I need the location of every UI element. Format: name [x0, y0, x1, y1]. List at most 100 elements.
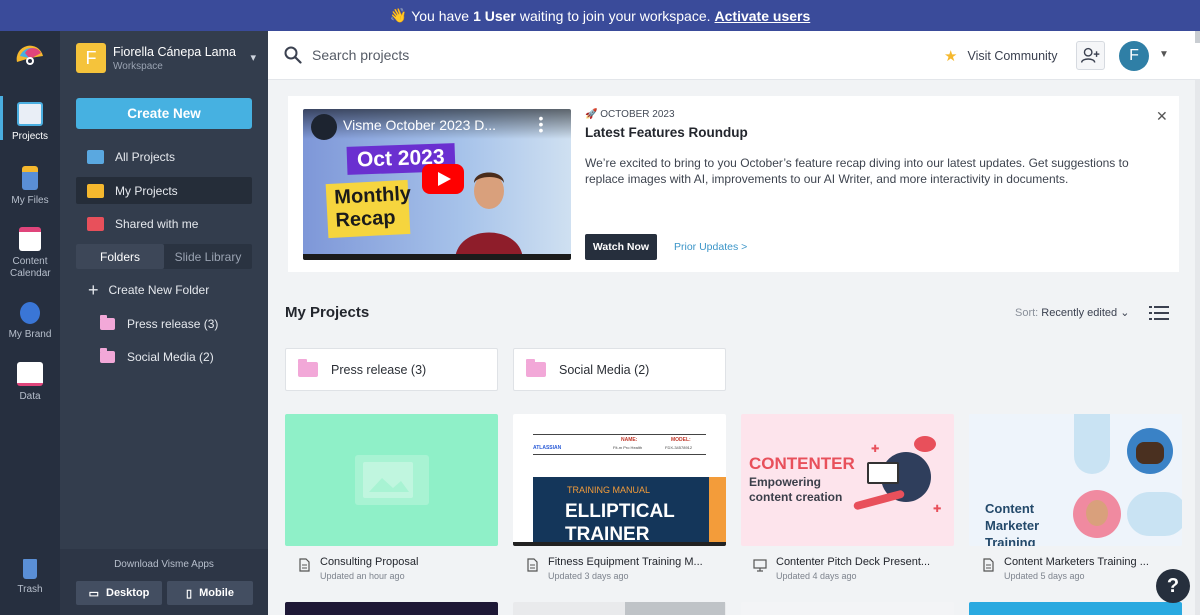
project-card[interactable]: Content Marketer Training Content Market… — [969, 414, 1182, 590]
workspace-avatar: F — [76, 43, 106, 73]
folder-label: Social Media (2) — [127, 350, 214, 364]
sidebar-item-shared-with-me[interactable]: Shared with me — [76, 210, 252, 237]
sort-label: Sort: — [1015, 307, 1039, 319]
calendar-icon — [19, 227, 41, 251]
desktop-button[interactable]: ▭ Desktop — [76, 581, 162, 605]
project-thumbnail-partial[interactable] — [741, 602, 954, 615]
create-folder-button[interactable]: + Create New Folder — [88, 280, 209, 300]
project-card[interactable]: Consulting Proposal Updated an hour ago — [285, 414, 498, 590]
thumb-headline-1: ELLIPTICAL — [565, 501, 675, 522]
project-updated: Updated 5 days ago — [1004, 571, 1085, 581]
tab-slide-library[interactable]: Slide Library — [164, 244, 252, 269]
folder-icon — [100, 315, 115, 330]
add-user-button[interactable] — [1076, 41, 1105, 70]
project-card[interactable]: NAME: MODEL: Fit-m Pro Health FDX-345789… — [513, 414, 726, 590]
thumb-headline-2: Marketer — [985, 518, 1040, 533]
visit-community-link[interactable]: ★ Visit Community — [944, 47, 1058, 65]
mobile-label: Mobile — [199, 587, 234, 599]
project-thumbnail-partial[interactable] — [969, 602, 1182, 615]
search-input[interactable] — [312, 44, 612, 66]
project-thumbnail[interactable] — [285, 414, 498, 546]
thumb-model-value: FDX-34578912 — [665, 445, 693, 450]
promo-kicker-text: OCTOBER 2023 — [600, 109, 675, 120]
chart-icon — [17, 362, 43, 386]
document-icon — [527, 558, 538, 572]
banner-count: 1 User — [473, 7, 516, 24]
activate-users-link[interactable]: Activate users — [715, 8, 811, 24]
list-view-icon[interactable] — [1149, 306, 1169, 320]
project-thumbnail[interactable]: CONTENTER Empowering content creation ✚ … — [741, 414, 954, 546]
project-title[interactable]: Content Marketers Training ... — [1004, 556, 1179, 568]
folder-card-social-media[interactable]: Social Media (2) — [513, 348, 726, 391]
help-button[interactable]: ? — [1156, 569, 1190, 603]
desktop-label: Desktop — [106, 587, 150, 599]
channel-logo-icon — [311, 114, 337, 140]
watch-now-button[interactable]: Watch Now — [585, 234, 657, 260]
thumb-headline: CONTENTER — [749, 454, 855, 473]
play-button[interactable] — [422, 164, 464, 194]
thumb-model-label: MODEL: — [671, 437, 691, 443]
sidebar-folder-press-release[interactable]: Press release (3) — [86, 314, 218, 334]
more-vertical-icon[interactable]: • • • — [536, 111, 546, 137]
visme-logo-icon[interactable] — [14, 44, 46, 70]
search-icon — [284, 46, 302, 64]
rail-my-brand-label: My Brand — [8, 329, 52, 340]
brand-icon — [20, 302, 40, 324]
sort-dropdown[interactable]: Sort: Recently edited ⌄ — [1015, 306, 1129, 319]
folder-card-name: Social Media — [559, 362, 631, 377]
rail-my-brand[interactable]: My Brand — [0, 302, 60, 341]
workspace-switcher[interactable]: F Fiorella Cánepa Lama Workspace ▾ — [76, 43, 256, 73]
sidebar-folder-social-media[interactable]: Social Media (2) — [86, 347, 214, 367]
folder-icon — [100, 348, 115, 363]
scrollbar-thumb[interactable] — [1195, 31, 1200, 43]
project-thumbnail[interactable]: Content Marketer Training — [969, 414, 1182, 546]
icon-rail: Projects My Files Content Calendar My Br… — [0, 31, 60, 615]
rail-my-files-label: My Files — [11, 195, 49, 206]
rail-trash[interactable]: Trash — [0, 559, 60, 596]
promo-video[interactable]: Visme October 2023 D... • • • Oct 2023 Mon… — [303, 109, 571, 260]
prior-updates-link[interactable]: Prior Updates > — [674, 241, 747, 253]
folder-card-press-release[interactable]: Press release (3) — [285, 348, 498, 391]
create-new-button[interactable]: Create New — [76, 98, 252, 129]
project-card[interactable]: CONTENTER Empowering content creation ✚ … — [741, 414, 954, 590]
rail-my-files[interactable]: My Files — [0, 166, 60, 207]
tab-folders[interactable]: Folders — [76, 244, 164, 269]
project-thumbnail[interactable]: NAME: MODEL: Fit-m Pro Health FDX-345789… — [513, 414, 726, 546]
project-title[interactable]: Consulting Proposal — [320, 556, 495, 568]
notification-banner: 👋 You have 1 User waiting to join your w… — [0, 0, 1200, 31]
workspace-name: Fiorella Cánepa Lama — [113, 44, 236, 59]
project-title[interactable]: Contenter Pitch Deck Present... — [776, 556, 951, 568]
scrollbar-track[interactable] — [1195, 80, 1200, 615]
banner-suffix: waiting to join your workspace. — [519, 7, 711, 24]
shared-icon — [87, 216, 104, 231]
rail-data-label: Data — [19, 391, 41, 402]
folder-card-name: Press release — [331, 362, 408, 377]
sidebar-item-all-projects[interactable]: All Projects — [76, 143, 252, 170]
promo-title: Latest Features Roundup — [585, 125, 748, 140]
rail-data[interactable]: Data — [0, 362, 60, 403]
sidebar-item-label: All Projects — [115, 149, 176, 164]
chevron-down-icon[interactable]: ▼ — [1159, 49, 1169, 60]
project-thumbnail-partial — [625, 602, 725, 615]
project-thumbnail-partial[interactable] — [285, 602, 498, 615]
video-title: Visme October 2023 D... — [343, 117, 497, 133]
mobile-button[interactable]: ▯ Mobile — [167, 581, 253, 605]
thumb-subline-1: Empowering — [749, 475, 822, 489]
rail-content-calendar[interactable]: Content Calendar — [0, 227, 60, 280]
files-icon — [22, 166, 38, 190]
user-avatar[interactable]: F — [1119, 41, 1149, 71]
rail-projects[interactable]: Projects — [0, 96, 60, 143]
visit-community-label: Visit Community — [967, 49, 1058, 63]
thumb-headline-1: Content — [985, 501, 1035, 516]
my-projects-icon — [87, 183, 104, 198]
feature-promo-card: Visme October 2023 D... • • • Oct 2023 Mon… — [288, 96, 1179, 272]
close-icon[interactable]: ✕ — [1156, 108, 1168, 125]
main-content: Visme October 2023 D... • • • Oct 2023 Mon… — [268, 80, 1195, 615]
folder-card-count: (3) — [410, 362, 427, 377]
phone-icon: ▯ — [186, 587, 193, 600]
folder-tabs: Folders Slide Library — [76, 244, 252, 269]
sidebar-item-my-projects[interactable]: My Projects — [76, 177, 252, 204]
project-title[interactable]: Fitness Equipment Training M... — [548, 556, 723, 568]
hand-wave-icon: 👋 — [389, 7, 408, 23]
project-updated: Updated 3 days ago — [548, 571, 629, 581]
